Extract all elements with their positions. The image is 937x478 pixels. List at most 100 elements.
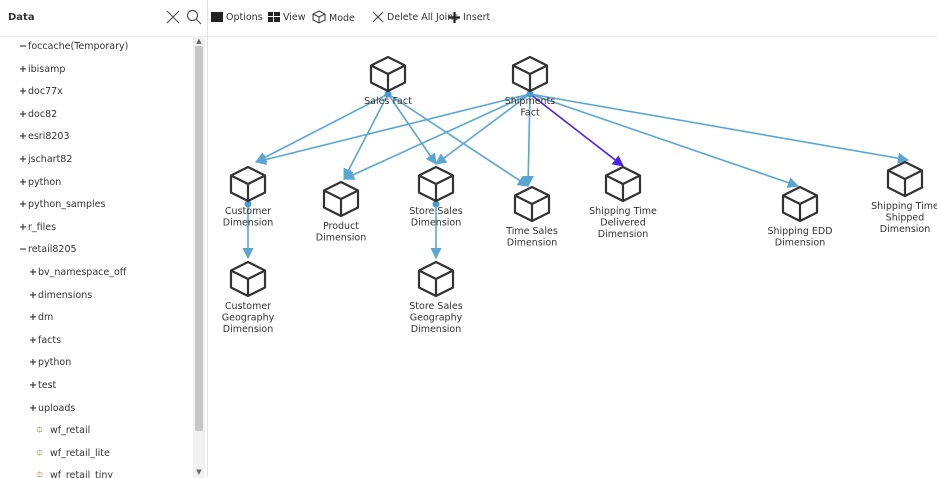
tree-item-label: wf_retail_tiny [50,470,113,478]
node-product-dim[interactable]: ProductDimension [316,180,367,244]
node-label: Shipping EDD [767,226,832,237]
data-panel-title: Data [8,12,35,23]
cube-icon [229,165,267,203]
node-label: Dimension [223,324,274,335]
tree-item-label: dm [38,312,54,324]
tree-item-wf-retail-tiny[interactable]: ⯐ wf_retail_tiny [36,465,113,478]
tree-item-label: python_samples [28,199,106,211]
collapse-icon[interactable]: − [18,239,28,261]
join-line-sales_fact-to-time_sales_dim[interactable] [387,93,529,187]
close-icon[interactable] [164,8,182,26]
node-ship-edd[interactable]: Shipping EDDDimension [767,185,833,249]
tree-item-python[interactable]: +python [18,172,61,194]
node-label: Store Sales [409,301,462,312]
join-line-shipments_fact-to-ship_edd[interactable] [529,93,800,189]
expand-icon[interactable]: + [18,126,28,148]
node-ship-time-delivered[interactable]: Shipping TimeDeliveredDimension [589,165,657,240]
tree-item-esri8203[interactable]: +esri8203 [18,126,70,148]
join-line-shipments_fact-to-ship_time_shipped[interactable] [529,93,910,164]
tree-item-label: doc77x [28,86,63,98]
tree-item-label: foccache(Temporary) [28,41,129,52]
node-customer-geo[interactable]: CustomerGeographyDimension [222,260,275,335]
node-sales-fact[interactable]: Sales Fact [364,55,412,107]
tree-item-label: doc82 [28,108,58,120]
tree-item-label: python [38,357,72,369]
expand-icon[interactable]: + [18,217,28,239]
expand-icon[interactable]: + [28,285,38,307]
tree-item-bv-namespace-off[interactable]: +bv_namespace_off [28,262,126,284]
node-label: Geography [222,313,275,324]
insert-button[interactable]: Insert [449,10,490,26]
node-customer-dim[interactable]: CustomerDimension [223,165,274,229]
tree-item-dimensions[interactable]: +dimensions [28,285,92,307]
tree-item-ibisamp[interactable]: +ibisamp [18,59,65,81]
expand-icon[interactable]: + [18,194,28,216]
node-store-sales-geo[interactable]: Store SalesGeographyDimension [409,260,463,335]
node-label: Customer [225,301,271,312]
expand-icon[interactable]: + [28,330,38,352]
expand-icon[interactable]: + [28,398,38,420]
expand-icon[interactable]: + [28,352,38,374]
master-file-icon: ⯐ [36,470,44,478]
tree-item-label: facts [38,334,62,346]
search-icon[interactable] [185,8,203,26]
node-time-sales-dim[interactable]: Time SalesDimension [505,185,558,249]
tree-item-label: test [38,380,57,391]
tree-item-foccache-temporary-[interactable]: −foccache(Temporary) [18,36,128,58]
tree-item-dm[interactable]: +dm [28,307,53,329]
data-panel-header: Data [0,0,207,37]
data-tree: −foccache(Temporary) +ibisamp +doc77x +doc8… [0,36,193,478]
tree-item-r-files[interactable]: +r_files [18,217,56,239]
tree-item-test[interactable]: +test [28,375,56,397]
plus-icon [449,12,460,23]
node-label: Store Sales [409,206,462,217]
expand-icon[interactable]: + [18,149,28,171]
tree-item-wf-retail[interactable]: ⯐ wf_retail [36,420,90,442]
node-label: Dimension [223,218,274,229]
scroll-thumb[interactable] [195,46,203,431]
tree-item-retail8205[interactable]: −retail8205 [18,239,77,261]
view-button[interactable]: View [268,10,306,26]
node-label: Dimension [880,224,931,235]
scroll-down-icon[interactable]: ▼ [195,468,203,476]
expand-icon[interactable]: + [28,262,38,284]
node-label: Dimension [507,238,558,249]
node-ship-time-shipped[interactable]: Shipping TimeShippedDimension [871,160,937,235]
collapse-icon[interactable]: − [18,36,28,58]
options-button[interactable]: Options [211,10,263,26]
node-label: Shipments [505,96,556,107]
tree-item-uploads[interactable]: +uploads [28,398,75,420]
node-store-sales-dim[interactable]: Store SalesDimension [409,165,463,229]
delete-x-icon [372,11,384,23]
master-file-icon: ⯐ [36,447,44,459]
tree-item-python-samples[interactable]: +python_samples [18,194,105,216]
tree-item-label: wf_retail_lite [50,447,110,459]
node-shipments-fact[interactable]: ShipmentsFact [505,55,556,119]
expand-icon[interactable]: + [18,104,28,126]
mode-button[interactable]: Mode [312,10,355,26]
scroll-up-icon[interactable]: ▲ [195,37,203,45]
expand-icon[interactable]: + [18,172,28,194]
tree-item-wf-retail-lite[interactable]: ⯐ wf_retail_lite [36,443,110,465]
delete-all-joins-button[interactable]: Delete All Joins [372,10,458,26]
cube-icon [604,165,642,203]
tree-item-label: bv_namespace_off [38,267,127,278]
tree-item-jschart82[interactable]: +jschart82 [18,149,72,171]
join-diagram-canvas[interactable]: Sales Fact ShipmentsFactCustomerDimension… [208,36,937,478]
tree-item-facts[interactable]: +facts [28,330,61,352]
expand-icon[interactable]: + [18,59,28,81]
tree-item-doc77x[interactable]: +doc77x [18,81,63,103]
tree-scrollbar[interactable]: ▲ ▼ [193,36,205,478]
node-label: Dimension [411,324,462,335]
expand-icon[interactable]: + [28,375,38,397]
cube-icon [781,185,819,223]
tree-item-label: python [28,176,62,188]
node-label: Time Sales [505,226,558,237]
cube-icon [417,260,455,298]
mode-cube-icon [312,10,326,24]
expand-icon[interactable]: + [18,81,28,103]
tree-item-python[interactable]: +python [28,352,71,374]
node-label: Shipped [886,213,925,224]
tree-item-doc82[interactable]: +doc82 [18,104,57,126]
expand-icon[interactable]: + [28,307,38,329]
